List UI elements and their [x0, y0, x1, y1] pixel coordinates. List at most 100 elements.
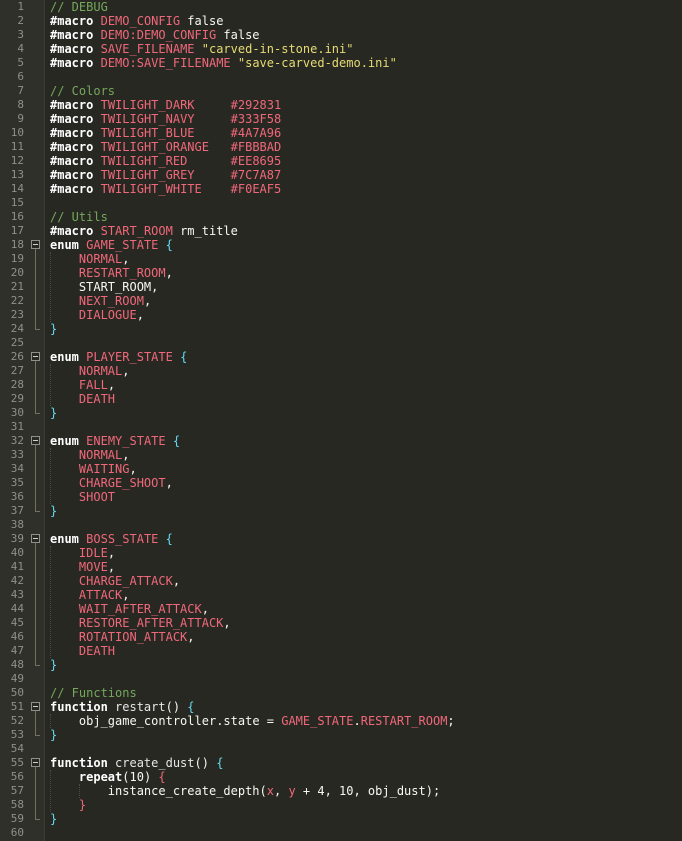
code-token: function: [50, 700, 108, 714]
code-token: restart: [115, 700, 166, 714]
code-line[interactable]: #macro TWILIGHT_BLUE #4A7A96: [50, 126, 281, 140]
code-line[interactable]: MOVE,: [50, 560, 115, 574]
fold-toggle-icon[interactable]: [31, 758, 40, 767]
code-line[interactable]: WAIT_AFTER_ATTACK,: [50, 602, 209, 616]
code-line[interactable]: enum GAME_STATE {: [50, 238, 173, 252]
code-line[interactable]: }: [50, 504, 57, 518]
code-line[interactable]: RESTORE_AFTER_ATTACK,: [50, 616, 231, 630]
code-token: enum: [50, 434, 79, 448]
code-line[interactable]: NEXT_ROOM,: [50, 294, 151, 308]
code-line[interactable]: }: [50, 728, 57, 742]
fold-end-marker: [35, 511, 40, 512]
code-token: }: [50, 812, 58, 826]
code-line[interactable]: #macro TWILIGHT_ORANGE #FBBBAD: [50, 140, 281, 154]
code-token: ,: [223, 616, 231, 630]
code-line[interactable]: #macro START_ROOM rm_title: [50, 224, 238, 238]
code-line[interactable]: ROTATION_ATTACK,: [50, 630, 195, 644]
code-line[interactable]: CHARGE_ATTACK,: [50, 574, 180, 588]
fold-toggle-icon[interactable]: [31, 436, 40, 445]
code-line[interactable]: // DEBUG: [50, 0, 108, 14]
code-token: }: [50, 504, 58, 518]
code-line[interactable]: // Functions: [50, 686, 137, 700]
fold-toggle-icon[interactable]: [31, 240, 40, 249]
code-editor[interactable]: 1 2 3 4 5 6 7 8 9 10 11 12 13 14 15 16 17 18 19 20 21 22 23 24 2…: [0, 0, 682, 841]
code-token: }: [50, 658, 58, 672]
code-line[interactable]: }: [50, 406, 57, 420]
code-token: (: [259, 784, 267, 798]
code-line[interactable]: }: [50, 322, 57, 336]
line-number-gutter: 1 2 3 4 5 6 7 8 9 10 11 12 13 14 15 16 17 18 19 20 21 22 23 24 2…: [0, 0, 45, 841]
code-line[interactable]: IDLE,: [50, 546, 115, 560]
code-line[interactable]: NORMAL,: [50, 448, 130, 462]
code-token: BOSS_STATE: [86, 532, 159, 546]
code-token: y: [288, 784, 296, 798]
code-line[interactable]: #macro TWILIGHT_GREY #7C7A87: [50, 168, 281, 182]
line-number: 56: [10, 770, 24, 783]
code-token: #macro: [50, 126, 94, 140]
code-line[interactable]: FALL,: [50, 378, 115, 392]
code-line[interactable]: // Utils: [50, 210, 108, 224]
code-token: ,: [143, 294, 152, 308]
code-line[interactable]: }: [50, 658, 57, 672]
line-number: 34: [10, 462, 24, 475]
line-number: 20: [10, 266, 24, 279]
code-line[interactable]: #macro TWILIGHT_DARK #292831: [50, 98, 281, 112]
line-number: 51: [10, 700, 24, 713]
code-token: instance_create_depth: [107, 784, 260, 798]
code-token: DEMO:SAVE_FILENAME: [100, 56, 231, 70]
code-line[interactable]: #macro TWILIGHT_NAVY #333F58: [50, 112, 281, 126]
code-line[interactable]: SHOOT: [50, 490, 115, 504]
code-line[interactable]: #macro TWILIGHT_RED #EE8695: [50, 154, 281, 168]
fold-toggle-icon[interactable]: [31, 534, 40, 543]
code-line[interactable]: repeat(10) {: [50, 770, 166, 784]
code-line[interactable]: DEATH: [50, 392, 115, 406]
code-line[interactable]: #macro TWILIGHT_WHITE #F0EAF5: [50, 182, 281, 196]
code-line[interactable]: DIALOGUE,: [50, 308, 144, 322]
code-line[interactable]: #macro DEMO:DEMO_CONFIG false: [50, 28, 260, 42]
code-line[interactable]: ATTACK,: [50, 588, 130, 602]
code-line[interactable]: }: [50, 798, 86, 812]
line-number: 40: [10, 546, 24, 559]
code-line[interactable]: instance_create_depth(x, y + 4, 10, obj_…: [50, 784, 440, 798]
code-token: enum: [50, 350, 79, 364]
code-line[interactable]: obj_game_controller.state = GAME_STATE.R…: [50, 714, 455, 728]
code-line[interactable]: #macro SAVE_FILENAME "carved-in-stone.in…: [50, 42, 353, 56]
code-token: WAITING: [78, 462, 130, 476]
code-line[interactable]: WAITING,: [50, 462, 137, 476]
code-line[interactable]: enum ENEMY_STATE {: [50, 434, 180, 448]
code-line[interactable]: enum BOSS_STATE {: [50, 532, 173, 546]
code-token: rm_title: [172, 224, 238, 238]
code-line[interactable]: function restart() {: [50, 700, 195, 714]
code-line[interactable]: RESTART_ROOM,: [50, 266, 173, 280]
code-token: function: [50, 756, 108, 770]
fold-end-marker: [35, 665, 40, 666]
code-token: ,: [107, 378, 116, 392]
code-token: #FBBBAD: [230, 140, 282, 154]
code-token: // Utils: [50, 210, 108, 224]
code-line[interactable]: // Colors: [50, 84, 115, 98]
code-line[interactable]: CHARGE_SHOOT,: [50, 476, 173, 490]
code-line[interactable]: NORMAL,: [50, 252, 130, 266]
code-line[interactable]: function create_dust() {: [50, 756, 223, 770]
code-line[interactable]: #macro DEMO:SAVE_FILENAME "save-carved-d…: [50, 56, 397, 70]
code-line[interactable]: NORMAL,: [50, 364, 130, 378]
fold-toggle-icon[interactable]: [31, 702, 40, 711]
code-line[interactable]: START_ROOM,: [50, 280, 158, 294]
code-line[interactable]: #macro DEMO_CONFIG false: [50, 14, 223, 28]
line-number: 49: [10, 672, 24, 685]
code-token: DEMO_CONFIG: [100, 14, 181, 28]
line-number: 17: [10, 224, 24, 237]
code-token: #F0EAF5: [230, 182, 282, 196]
code-line[interactable]: enum PLAYER_STATE {: [50, 350, 187, 364]
code-line[interactable]: DEATH: [50, 644, 115, 658]
code-line[interactable]: }: [50, 812, 57, 826]
fold-toggle-icon[interactable]: [31, 352, 40, 361]
